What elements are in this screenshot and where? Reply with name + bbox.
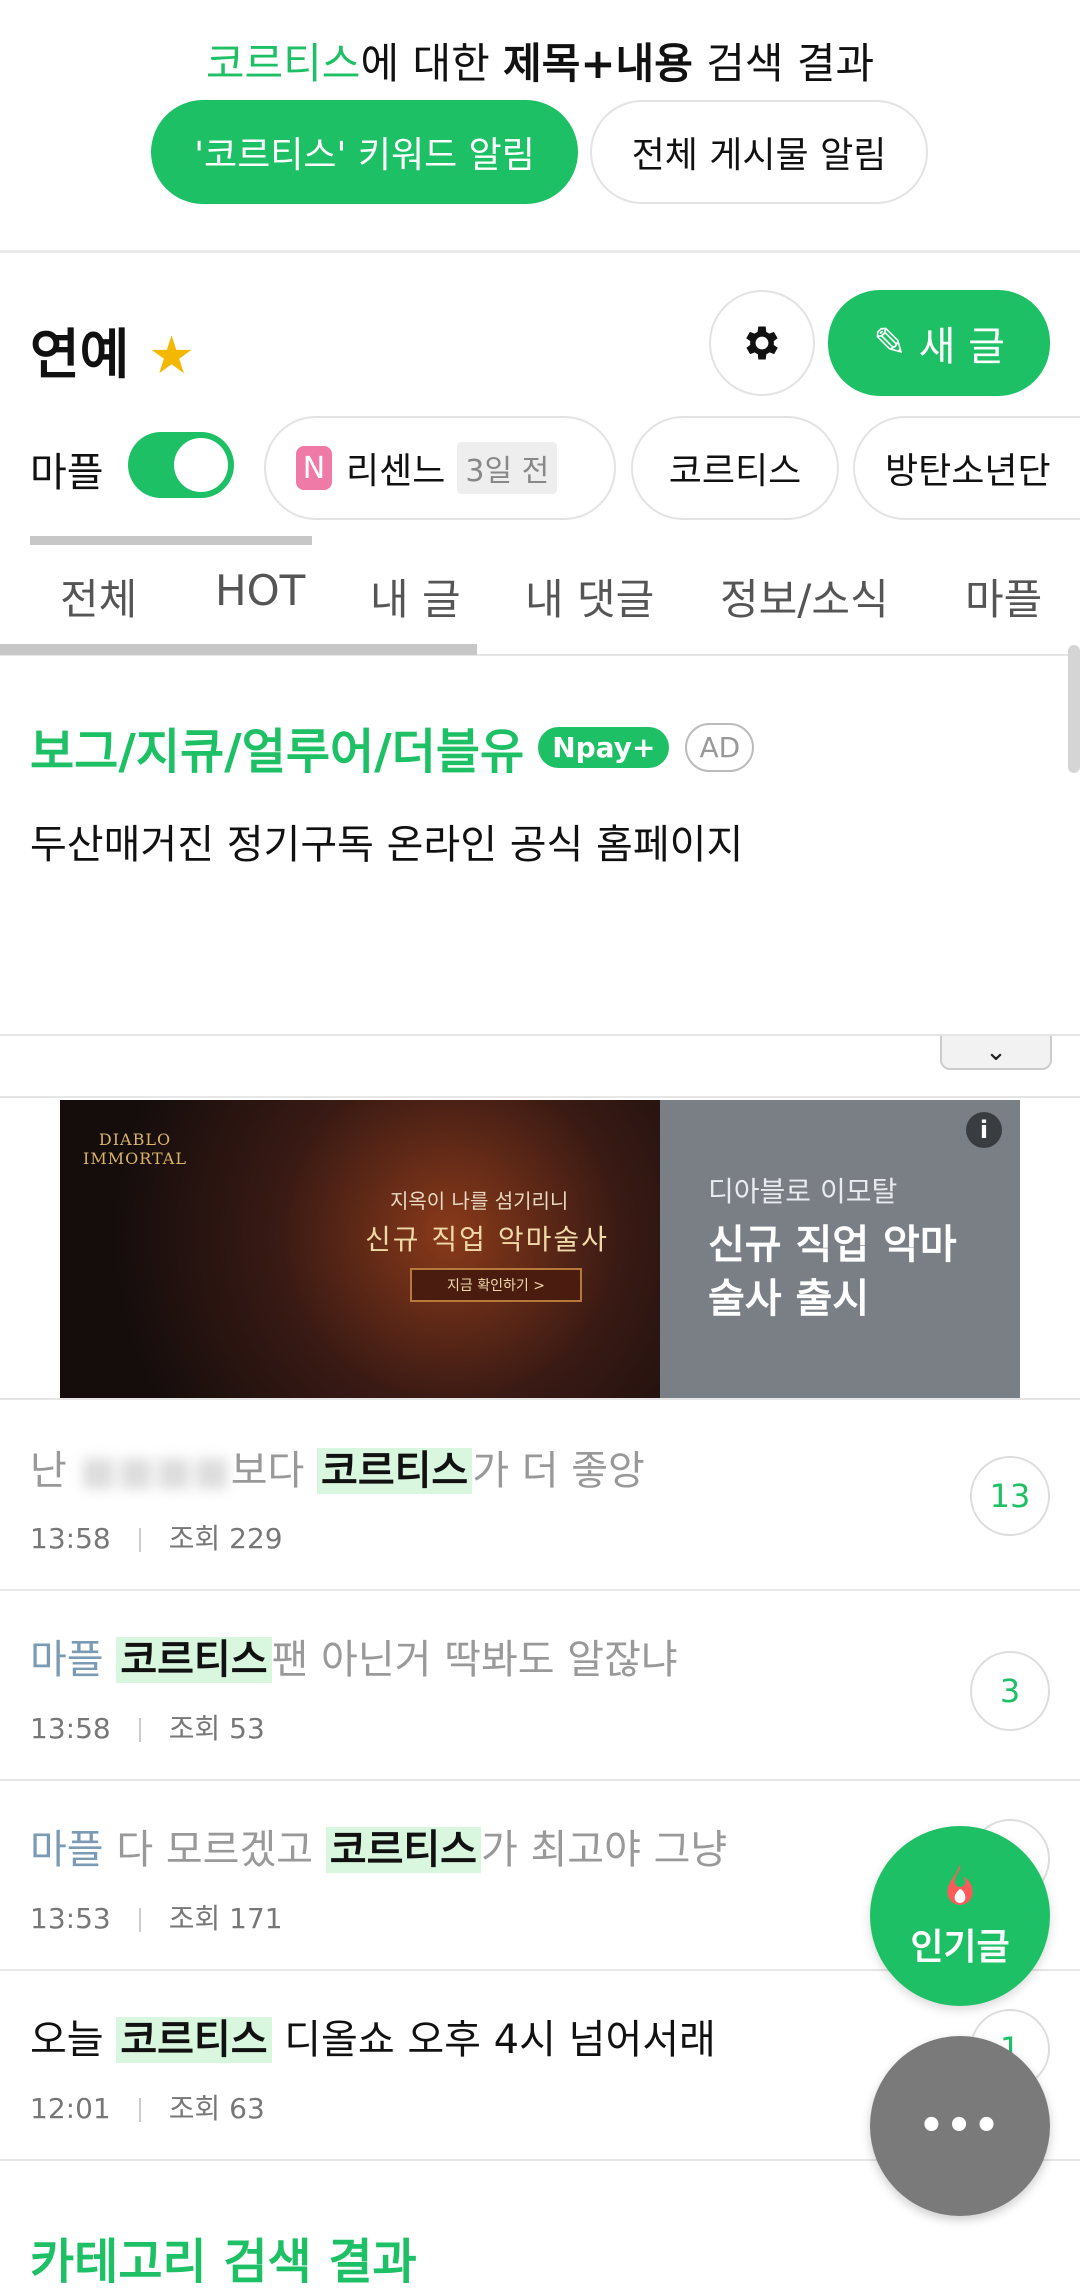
banner-tagline: 지옥이 나를 섬기리니 xyxy=(390,1189,569,1213)
post-category: 마플 xyxy=(30,1827,104,1873)
search-keyword: 코르티스 xyxy=(205,39,361,88)
banner-cta-button[interactable]: 지금 확인하기 > xyxy=(410,1268,582,1302)
banner-top-divider xyxy=(0,1096,1080,1098)
section-divider xyxy=(0,250,1080,253)
post-views: 조회 229 xyxy=(168,1522,283,1555)
post-title: 난 ■■■■보다 코르티스 가 더 좋앙 xyxy=(30,1448,645,1494)
ad-title: 보그/지큐/얼루어/더블유 xyxy=(30,724,525,780)
banner-image-headline: 신규 직업 악마술사 xyxy=(365,1223,609,1256)
text-ad[interactable]: 보그/지큐/얼루어/더블유 Npay+ AD 두산매거진 정기구독 온라인 공식… xyxy=(0,656,1080,1036)
list-item[interactable]: 난 ■■■■보다 코르티스 가 더 좋앙 13:58 조회 229 13 xyxy=(0,1400,1080,1588)
post-time: 13:58 xyxy=(30,1522,111,1555)
category-section-title: 카테고리 검색 결과 xyxy=(30,2234,417,2290)
ad-divider xyxy=(0,1034,1080,1036)
all-posts-alert-button[interactable]: 전체 게시물 알림 xyxy=(590,100,928,204)
post-meta: 13:53 조회 171 xyxy=(30,1897,283,1937)
post-meta: 13:58 조회 229 xyxy=(30,1517,283,1557)
new-badge-icon: N xyxy=(296,446,332,490)
post-title: 오늘 코르티스 디올쇼 오후 4시 넘어서래 xyxy=(30,2017,716,2063)
more-dots-icon: ••• xyxy=(918,2103,1002,2149)
tab-my-posts[interactable]: 내 글 xyxy=(370,566,461,627)
post-time: 12:01 xyxy=(30,2092,111,2125)
post-time: 13:58 xyxy=(30,1712,111,1745)
board-chip-cortis[interactable]: 코르티스 xyxy=(631,416,839,520)
tab-scroll-indicator xyxy=(0,644,477,655)
mapl-toggle[interactable] xyxy=(128,432,234,498)
tab-info-news[interactable]: 정보/소식 xyxy=(720,566,889,627)
banner-ad-text-panel: 디아블로 이모탈 신규 직업 악마술사 출시 i xyxy=(660,1100,1020,1398)
pencil-icon: ✎ xyxy=(873,320,907,366)
mapl-label: 마플 xyxy=(30,450,104,496)
post-meta: 12:01 조회 63 xyxy=(30,2087,265,2127)
search-scope: 제목+내용 xyxy=(503,39,693,88)
ad-badge: AD xyxy=(685,722,755,772)
gear-icon xyxy=(746,326,778,360)
chip-time-badge: 3일 전 xyxy=(457,442,558,494)
popular-posts-button[interactable]: 인기글 xyxy=(870,1826,1050,2006)
toggle-knob xyxy=(174,438,228,492)
post-category: 마플 xyxy=(30,1637,104,1683)
more-button[interactable]: ••• xyxy=(870,2036,1050,2216)
post-views: 조회 171 xyxy=(168,1902,283,1935)
blurred-text: ■■■■ xyxy=(79,1448,231,1494)
comment-count: 13 xyxy=(970,1456,1050,1536)
board-chip-risenne[interactable]: N 리센느 3일 전 xyxy=(264,416,616,520)
chip-scroll-indicator xyxy=(30,536,312,545)
post-meta: 13:58 조회 53 xyxy=(30,1707,265,1747)
banner-ad-image: DIABLO IMMORTAL 지옥이 나를 섬기리니 신규 직업 악마술사 지… xyxy=(60,1100,660,1398)
keyword-highlight: 코르티스 xyxy=(317,1448,473,1494)
tab-hot[interactable]: HOT xyxy=(215,566,305,615)
post-time: 13:53 xyxy=(30,1902,111,1935)
tab-mapl[interactable]: 마플 xyxy=(965,566,1042,627)
comment-count: 3 xyxy=(970,1651,1050,1731)
banner-ad[interactable]: DIABLO IMMORTAL 지옥이 나를 섬기리니 신규 직업 악마술사 지… xyxy=(60,1100,1020,1398)
ad-description: 두산매거진 정기구독 온라인 공식 홈페이지 xyxy=(30,822,744,868)
post-title: 마플 다 모르겠고 코르티스 가 최고야 그냥 xyxy=(30,1827,728,1873)
search-result-heading: 코르티스에 대한 제목+내용 검색 결과 xyxy=(205,39,875,88)
favorite-star-icon[interactable]: ★ xyxy=(148,326,195,386)
fire-icon xyxy=(947,1863,973,1905)
popular-posts-label: 인기글 xyxy=(910,1927,1010,1968)
keyword-highlight: 코르티스 xyxy=(325,1827,481,1873)
keyword-highlight: 코르티스 xyxy=(116,2017,272,2063)
tab-my-comments[interactable]: 내 댓글 xyxy=(525,566,654,627)
keyword-alert-button[interactable]: '코르티스' 키워드 알림 xyxy=(151,100,578,204)
chevron-down-icon: ⌄ xyxy=(985,1037,1007,1067)
board-settings-button[interactable] xyxy=(709,290,815,396)
post-title: 마플 코르티스 팬 아닌거 딱봐도 알잖냐 xyxy=(30,1637,678,1683)
post-views: 조회 63 xyxy=(168,2092,265,2125)
banner-logo: DIABLO IMMORTAL xyxy=(83,1130,187,1168)
npay-badge: Npay+ xyxy=(538,726,670,768)
banner-advertiser: 디아블로 이모탈 xyxy=(708,1175,898,1208)
banner-headline: 신규 직업 악마술사 출시 xyxy=(708,1222,957,1322)
board-title: 연예 ★ xyxy=(30,323,195,386)
post-views: 조회 53 xyxy=(168,1712,265,1745)
list-item[interactable]: 마플 코르티스 팬 아닌거 딱봐도 알잖냐 13:58 조회 53 3 xyxy=(0,1591,1080,1779)
new-post-button[interactable]: ✎ 새 글 xyxy=(828,290,1050,396)
tab-all[interactable]: 전체 xyxy=(60,566,137,627)
info-icon[interactable]: i xyxy=(966,1112,1002,1148)
keyword-highlight: 코르티스 xyxy=(116,1637,272,1683)
expand-ad-button[interactable]: ⌄ xyxy=(940,1036,1052,1070)
board-chip-bts[interactable]: 방탄소년단 xyxy=(853,416,1080,520)
